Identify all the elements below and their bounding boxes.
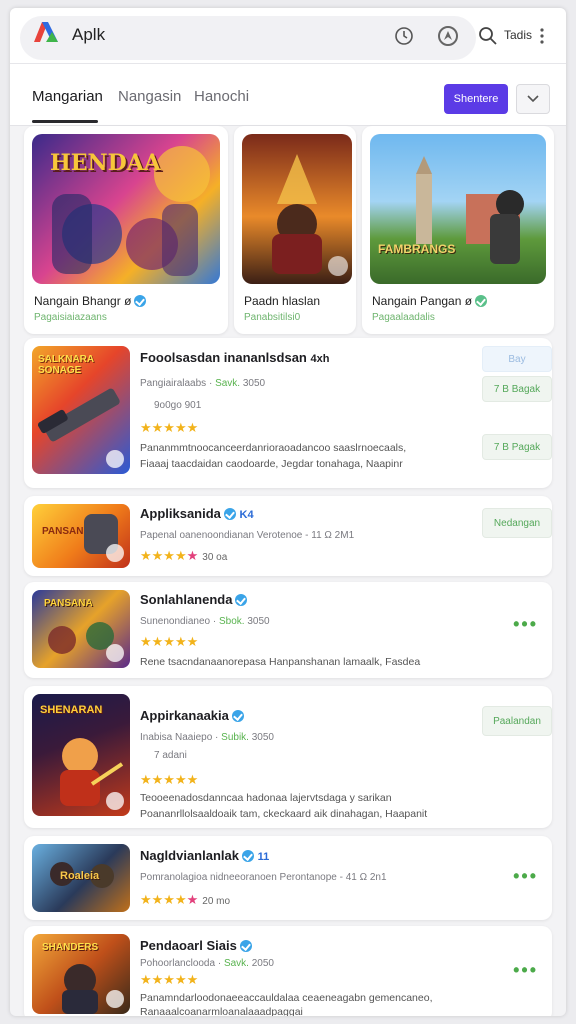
app-thumbnail: SALKNARA SONAGE: [32, 346, 130, 474]
more-options-icon[interactable]: •••: [513, 614, 538, 635]
app-card[interactable]: Roaleia Nagldvianlanlak 11 Pomranolagioa…: [24, 836, 552, 920]
app-badge-icon: [106, 644, 124, 662]
rating-stars: ★★★★★ 30 oa: [140, 548, 228, 563]
app-title: Pendaoarl Siais: [140, 938, 252, 953]
app-title: Appirkanaakia: [140, 708, 244, 723]
app-badge-icon: [106, 990, 124, 1008]
app-description: Pananmmtnoocanceerdanrioraoadancoo saasl…: [140, 442, 407, 454]
rating-stars: ★★★★★: [140, 772, 199, 787]
app-thumbnail: SHANDERS: [32, 934, 130, 1014]
clock-icon[interactable]: [392, 24, 416, 48]
verified-badge-icon: [223, 508, 236, 520]
app-meta: Sunenondianeo · Sbok. 3050: [140, 616, 270, 627]
app-thumbnail: Roaleia: [32, 844, 130, 912]
featured-artwork: [242, 134, 352, 284]
app-card[interactable]: PANSANA Sonlahlanenda Sunenondianeo · Sb…: [24, 582, 552, 678]
rating-stars: ★★★★★: [140, 634, 199, 649]
app-meta: Pangiairalaabs · Savk. 3050: [140, 378, 266, 389]
app-badge-icon: [106, 792, 124, 810]
tab-bar: Mangarian Nangasin Hanochi Shentere: [10, 64, 566, 126]
featured-card-1[interactable]: HENDAA Nangain Bhangr ø Pagaisiaiazaans: [24, 126, 228, 334]
verified-badge-icon: [231, 710, 244, 722]
verified-badge-icon: [241, 850, 254, 862]
secondary-button[interactable]: 7 B Bagak: [482, 376, 552, 402]
featured-art-text: FAMBRANGS: [378, 242, 456, 256]
app-window: Aplk Tadis Mangarian Nangasin Hanochi Sh…: [10, 8, 566, 1016]
app-meta-extra: 9o0go 901: [154, 400, 202, 411]
app-card[interactable]: SALKNARA SONAGE Fooolsasdan inananlsdsan…: [24, 338, 552, 488]
featured-subtitle: Pagaisiaiazaans: [34, 312, 107, 323]
app-title: Sonlahlanenda: [140, 592, 248, 607]
app-card[interactable]: SHENARAN Appirkanaakia Inabisa Naaiepo ·…: [24, 686, 552, 828]
app-description: Ranaaalcoanarmloanalaaadpaggai: [140, 1006, 303, 1016]
app-thumbnail: PANSANA: [32, 590, 130, 668]
app-name: Aplk: [72, 25, 106, 44]
app-description: Fiaaaj taacdaidan caodoarde, Jegdar tona…: [140, 458, 403, 470]
dropdown-button[interactable]: [516, 84, 550, 114]
verified-badge-icon: [239, 940, 252, 952]
thumbnail-text: PANSAN: [42, 526, 84, 537]
search-icon[interactable]: [476, 24, 500, 48]
chevron-down-icon: [527, 95, 539, 103]
app-description: Teooeenadosdanncaa hadonaa lajervtsdaga …: [140, 792, 392, 804]
app-meta: Papenal oanenoondianan Verotenoe - 11 Ω …: [140, 530, 355, 541]
featured-art-text: HENDAA: [50, 150, 161, 176]
rating-stars: ★★★★★: [140, 972, 199, 987]
verified-badge-icon: [475, 295, 488, 307]
thumbnail-text: PANSANA: [44, 598, 93, 609]
thumbnail-text: SALKNARA SONAGE: [38, 354, 94, 376]
featured-card-3[interactable]: FAMBRANGS Nangain Pangan ø Pagaalaadalis: [362, 126, 554, 334]
verified-badge-icon: [134, 295, 147, 307]
action-button[interactable]: Paalandan: [482, 706, 552, 736]
header-right-label[interactable]: Tadis: [504, 28, 532, 42]
app-badge-icon: [106, 450, 124, 468]
app-description: Rene tsacndanaanorepasa Hanpanshanan lam…: [140, 656, 421, 668]
featured-artwork: HENDAA: [32, 134, 220, 284]
featured-name: Nangain Bhangr ø: [34, 294, 147, 308]
featured-subtitle: Pagaalaadalis: [372, 312, 435, 323]
thumbnail-text: SHENARAN: [40, 704, 103, 716]
compass-icon[interactable]: [436, 24, 460, 48]
rating-stars: ★★★★★: [140, 420, 199, 435]
more-options-icon[interactable]: •••: [513, 866, 538, 887]
featured-name: Paadn hlaslan: [244, 294, 321, 308]
thumbnail-text: Roaleia: [60, 870, 100, 882]
tab-mangarian[interactable]: Mangarian: [32, 88, 103, 105]
featured-name: Nangain Pangan ø: [372, 294, 488, 308]
more-vertical-icon[interactable]: [534, 24, 550, 48]
featured-card-2[interactable]: Paadn hlaslan Panabsitilsi0: [234, 126, 356, 334]
app-thumbnail: PANSAN: [32, 504, 130, 568]
app-title: Appliksanida K4: [140, 506, 254, 521]
app-title: Nagldvianlanlak 11: [140, 848, 270, 863]
top-bar: Aplk Tadis: [10, 8, 566, 64]
more-options-icon[interactable]: •••: [513, 960, 538, 981]
app-thumbnail: SHENARAN: [32, 694, 130, 816]
verified-badge-icon: [235, 594, 248, 606]
secondary-button[interactable]: 7 B Pagak: [482, 434, 552, 460]
tab-nangasin[interactable]: Nangasin: [118, 88, 181, 105]
app-description: Poananrllolsaaldoaik tam, ckeckaard aik …: [140, 808, 428, 820]
app-meta: Pohoorlanclooda · Savk. 2050: [140, 958, 274, 969]
app-meta: Pomranolagioa nidneeoranoen Perontanope …: [140, 872, 387, 883]
featured-artwork: FAMBRANGS: [370, 134, 546, 284]
tab-hanochi[interactable]: Hanochi: [194, 88, 249, 105]
app-title: Fooolsasdan inananlsdsan 4xh: [140, 350, 330, 365]
app-meta-extra: 7 adani: [154, 750, 187, 761]
app-badge-icon: [106, 544, 124, 562]
app-card[interactable]: PANSAN Appliksanida K4 Papenal oanenoond…: [24, 496, 552, 576]
buy-button[interactable]: Bay: [482, 346, 552, 372]
thumbnail-text: SHANDERS: [42, 942, 99, 953]
app-card[interactable]: SHANDERS Pendaoarl Siais Pohoorlanclooda…: [24, 926, 552, 1016]
active-tab-indicator: [32, 120, 98, 123]
app-logo-icon: [34, 22, 58, 42]
app-meta: Inabisa Naaiepo · Subik. 3050: [140, 732, 274, 743]
featured-subtitle: Panabsitilsi0: [244, 312, 301, 323]
action-button[interactable]: Nedangan: [482, 508, 552, 538]
rating-stars: ★★★★★ 20 mo: [140, 892, 231, 907]
primary-action-button[interactable]: Shentere: [444, 84, 508, 114]
